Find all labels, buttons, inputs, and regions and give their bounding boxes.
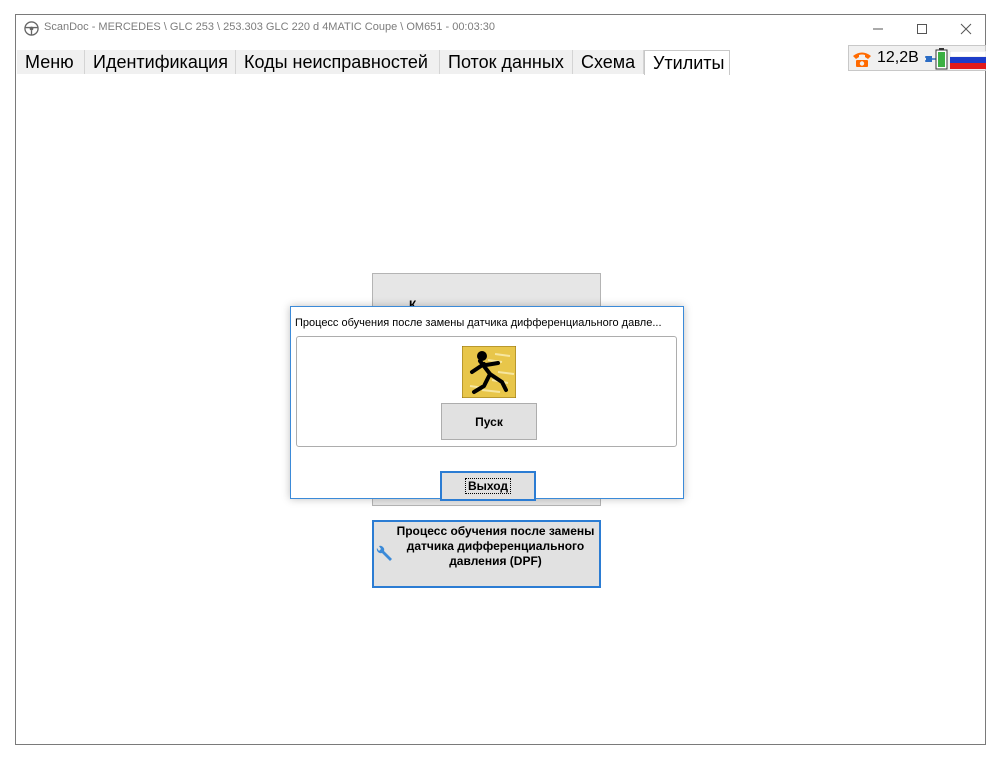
tab-label: Идентификация [93, 52, 228, 72]
window-title: ScanDoc - MERCEDES \ GLC 253 \ 253.303 G… [44, 21, 496, 33]
tab-label: Меню [25, 52, 74, 72]
start-button[interactable]: Пуск [441, 403, 537, 440]
close-icon [960, 23, 972, 35]
running-man-icon [462, 346, 516, 398]
dialog-content-group: Пуск [296, 336, 677, 447]
tab-label: Коды неисправностей [244, 52, 428, 72]
learning-dialog: Процесс обучения после замены датчика ди… [290, 306, 684, 501]
status-panel: 12,2В [848, 45, 986, 71]
dialog-title: Процесс обучения после замены датчика ди… [295, 317, 662, 329]
close-button[interactable] [944, 15, 988, 43]
phone-icon [853, 52, 871, 67]
tab-label: Утилиты [653, 53, 725, 73]
main-tabs: Меню Идентификация Коды неисправностей П… [17, 50, 985, 75]
exit-button[interactable]: Выход [440, 471, 536, 501]
dpf-learning-button[interactable]: Процесс обучения после замены датчика ди… [372, 520, 601, 588]
steering-wheel-icon [24, 21, 39, 36]
exit-button-label: Выход [464, 478, 512, 494]
tab-utilities[interactable]: Утилиты [644, 50, 730, 75]
voltage-readout: 12,2В [877, 49, 919, 66]
tab-identification[interactable]: Идентификация [85, 50, 236, 74]
minimize-icon [873, 28, 883, 30]
russia-flag-icon [950, 51, 986, 69]
maximize-button[interactable] [900, 15, 944, 43]
tab-menu[interactable]: Меню [17, 50, 85, 74]
maximize-icon [917, 24, 927, 34]
tab-data-stream[interactable]: Поток данных [440, 50, 573, 74]
minimize-button[interactable] [856, 15, 900, 43]
tab-label: Поток данных [448, 52, 564, 72]
tab-fault-codes[interactable]: Коды неисправностей [236, 50, 440, 74]
plug-icon [925, 48, 948, 70]
wrench-icon [376, 545, 392, 561]
tab-scheme[interactable]: Схема [573, 50, 644, 74]
tab-label: Схема [581, 52, 636, 72]
dpf-learning-label: Процесс обучения после замены датчика ди… [396, 524, 595, 568]
title-bar[interactable]: ScanDoc - MERCEDES \ GLC 253 \ 253.303 G… [16, 15, 985, 43]
